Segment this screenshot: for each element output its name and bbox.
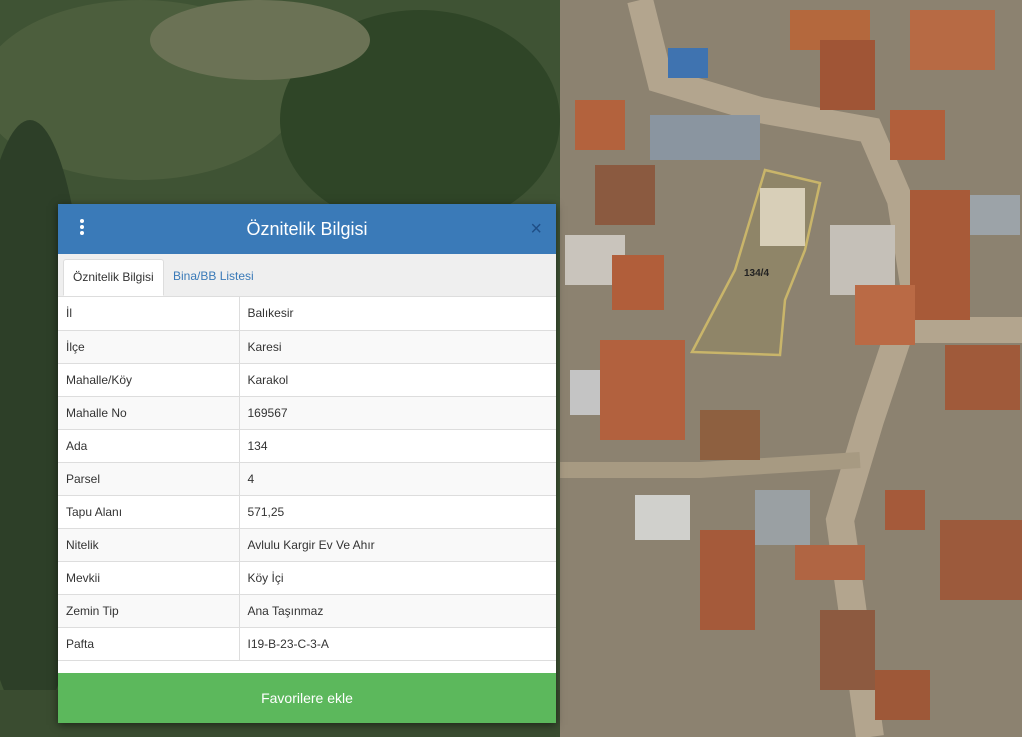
table-row: İl Balıkesir — [58, 297, 556, 331]
attribute-table: İl Balıkesir İlçe Karesi Mahalle/Köy Karakol M… — [58, 297, 556, 661]
attribute-key: Ada — [58, 429, 240, 463]
add-favorite-button[interactable]: Favorilere ekle — [58, 673, 556, 723]
table-row: Parsel 4 — [58, 462, 556, 496]
table-row: Pafta I19-B-23-C-3-A — [58, 627, 556, 661]
attribute-panel: Öznitelik Bilgisi × Öznitelik Bilgisi Bi… — [58, 204, 556, 723]
building-roof — [945, 345, 1020, 410]
attribute-key: Zemin Tip — [58, 594, 240, 628]
building-roof — [855, 285, 915, 345]
attribute-value: Balıkesir — [239, 297, 556, 331]
attribute-value: Karesi — [239, 330, 556, 364]
table-row: Zemin Tip Ana Taşınmaz — [58, 594, 556, 628]
building-roof — [875, 670, 930, 720]
attribute-key: Mahalle/Köy — [58, 363, 240, 397]
building-roof — [885, 490, 925, 530]
tab-attribute-info[interactable]: Öznitelik Bilgisi — [63, 259, 164, 296]
building-roof — [635, 495, 690, 540]
attribute-value: Köy İçi — [239, 561, 556, 595]
building-roof — [760, 188, 805, 246]
building-roof — [910, 10, 995, 70]
table-row: Ada 134 — [58, 429, 556, 463]
building-roof — [910, 190, 970, 320]
panel-title: Öznitelik Bilgisi — [246, 219, 368, 239]
table-row: Tapu Alanı 571,25 — [58, 495, 556, 529]
table-row: Mahalle/Köy Karakol — [58, 363, 556, 397]
building-roof — [650, 115, 760, 160]
attribute-key: Mahalle No — [58, 396, 240, 430]
building-roof — [612, 255, 664, 310]
building-roof — [890, 110, 945, 160]
attribute-value: I19-B-23-C-3-A — [239, 627, 556, 661]
attribute-value: 134 — [239, 429, 556, 463]
attribute-value: 4 — [239, 462, 556, 496]
tab-bar: Öznitelik Bilgisi Bina/BB Listesi — [58, 254, 556, 297]
table-row: İlçe Karesi — [58, 330, 556, 364]
attribute-key: Pafta — [58, 627, 240, 661]
attribute-value: 571,25 — [239, 495, 556, 529]
building-roof — [600, 340, 685, 440]
panel-header: Öznitelik Bilgisi × — [58, 204, 556, 254]
tab-building-list[interactable]: Bina/BB Listesi — [164, 259, 263, 296]
building-roof — [700, 410, 760, 460]
attribute-value: Avlulu Kargir Ev Ve Ahır — [239, 528, 556, 562]
building-roof — [595, 165, 655, 225]
building-roof — [795, 545, 865, 580]
attribute-key: İl — [58, 297, 240, 331]
attribute-key: İlçe — [58, 330, 240, 364]
building-roof — [830, 225, 895, 295]
building-roof — [755, 490, 810, 545]
building-roof — [668, 48, 708, 78]
parcel-label: 134/4 — [744, 268, 769, 279]
attribute-value: 169567 — [239, 396, 556, 430]
table-row: Nitelik Avlulu Kargir Ev Ve Ahır — [58, 528, 556, 562]
close-icon[interactable]: × — [530, 217, 542, 241]
attribute-key: Parsel — [58, 462, 240, 496]
table-row: Mevkii Köy İçi — [58, 561, 556, 595]
attribute-value: Karakol — [239, 363, 556, 397]
table-row: Mahalle No 169567 — [58, 396, 556, 430]
attribute-key: Mevkii — [58, 561, 240, 595]
building-roof — [700, 530, 755, 630]
building-roof — [820, 40, 875, 110]
building-roof — [940, 520, 1022, 600]
attribute-key: Tapu Alanı — [58, 495, 240, 529]
field-area — [150, 0, 370, 80]
attribute-value: Ana Taşınmaz — [239, 594, 556, 628]
attribute-key: Nitelik — [58, 528, 240, 562]
building-roof — [820, 610, 875, 690]
building-roof — [575, 100, 625, 150]
